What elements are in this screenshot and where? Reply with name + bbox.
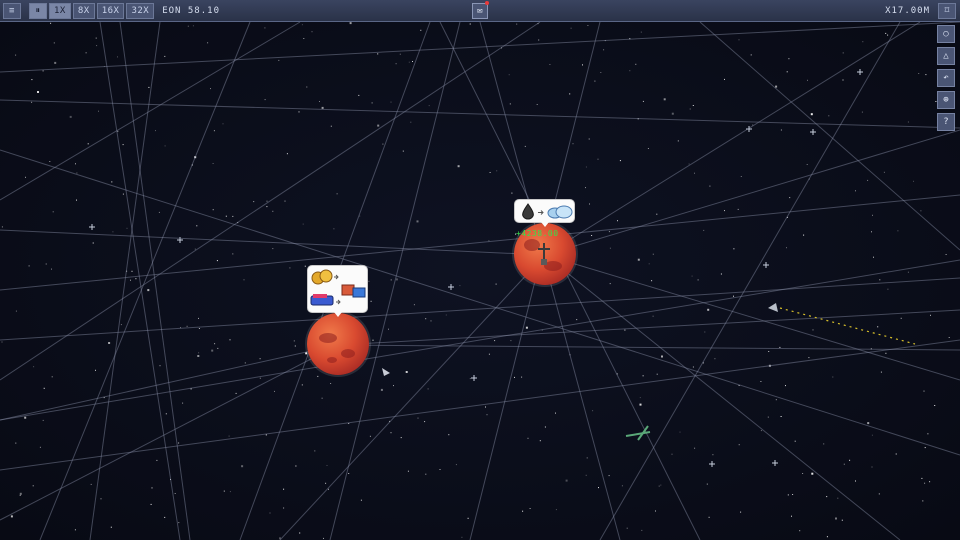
- income-label: +4238.00: [516, 229, 559, 238]
- game-viewport[interactable]: +4238.00 ≡ ⏸ 1X 8X 16X 32X EON 58.10 ✉ X…: [0, 0, 960, 540]
- menu-button[interactable]: ≡: [3, 2, 21, 19]
- ship-icon-green[interactable]: [625, 425, 651, 441]
- mail-button[interactable]: ✉: [472, 1, 489, 19]
- pause-button[interactable]: ⏸: [29, 2, 47, 19]
- triangle-icon: △: [943, 51, 949, 61]
- planet-a[interactable]: [307, 313, 369, 375]
- gold-coins-icon: [311, 269, 333, 285]
- eon-counter: EON 58.10: [162, 5, 220, 16]
- gift-crate-icon: [341, 284, 366, 298]
- ship-icon-right[interactable]: [768, 303, 778, 312]
- speed-8x-button[interactable]: 8X: [72, 2, 95, 19]
- speed-16x-button[interactable]: 16X: [96, 2, 125, 19]
- ship-icon-center[interactable]: [382, 368, 390, 376]
- mining-drill-icon: [538, 243, 550, 265]
- help-icon: ?: [943, 117, 949, 127]
- speed-32x-button[interactable]: 32X: [126, 2, 155, 19]
- arrow-icon: [538, 210, 544, 215]
- planet-b-production-bubble[interactable]: [514, 199, 575, 227]
- fullscreen-icon: ⌑: [944, 6, 950, 16]
- right-toolbar: ○ △ ↶ ⊕ ?: [937, 25, 955, 135]
- menu-icon: ≡: [9, 5, 15, 16]
- triangle-tool-button[interactable]: △: [937, 47, 955, 65]
- speed-1x-button[interactable]: 1X: [49, 2, 71, 19]
- planet-a-demand-bubble[interactable]: [307, 265, 368, 317]
- cloud-icon: [547, 205, 573, 219]
- circle-icon: ○: [943, 29, 949, 39]
- arrow-icon: [334, 274, 339, 280]
- top-toolbar: ≡ ⏸ 1X 8X 16X 32X EON 58.10 ✉ X17.00M ⌑: [0, 0, 960, 22]
- crosshair-icon: ⊕: [943, 95, 949, 105]
- envelope-icon: ✉: [477, 6, 483, 16]
- circle-tool-button[interactable]: ○: [937, 25, 955, 43]
- oil-drop-icon: [522, 203, 534, 220]
- notification-badge: [485, 1, 489, 5]
- center-view-button[interactable]: ⊕: [937, 91, 955, 109]
- fullscreen-button[interactable]: ⌑: [938, 3, 956, 19]
- undo-button[interactable]: ↶: [937, 69, 955, 87]
- zoom-scale-label: X17.00M: [885, 6, 930, 16]
- trade-lanes: [0, 21, 960, 540]
- undo-icon: ↶: [943, 73, 949, 83]
- help-button[interactable]: ?: [937, 113, 955, 131]
- blue-truck-icon: [310, 294, 334, 306]
- pause-icon: ⏸: [35, 5, 41, 16]
- starmap[interactable]: [0, 0, 960, 540]
- starfield: [1, 22, 950, 540]
- arrow-icon: [336, 299, 341, 305]
